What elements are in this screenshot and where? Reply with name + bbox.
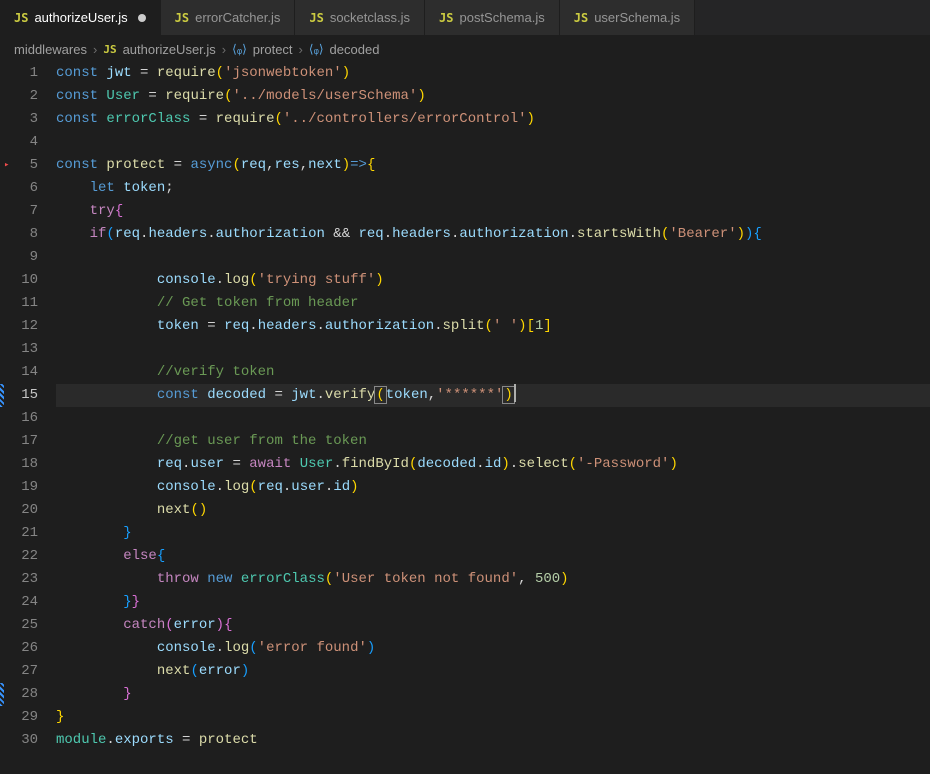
line-number: 30 xyxy=(0,729,38,752)
js-file-icon: JS xyxy=(103,43,116,56)
code-line[interactable]: } xyxy=(56,522,930,545)
code-line[interactable]: catch(error){ xyxy=(56,614,930,637)
line-number: 24 xyxy=(0,591,38,614)
breadcrumb-file[interactable]: authorizeUser.js xyxy=(123,42,216,57)
line-number: 14 xyxy=(0,361,38,384)
line-number: 13 xyxy=(0,338,38,361)
code-line[interactable]: console.log('trying stuff') xyxy=(56,269,930,292)
line-number: 25 xyxy=(0,614,38,637)
line-number: 18 xyxy=(0,453,38,476)
code-line[interactable]: console.log('error found') xyxy=(56,637,930,660)
code-line[interactable]: const decoded = jwt.verify(token,'******… xyxy=(56,384,930,407)
tab-label: postSchema.js xyxy=(459,10,544,25)
code-content[interactable]: const jwt = require('jsonwebtoken')const… xyxy=(56,62,930,774)
code-line[interactable]: try{ xyxy=(56,200,930,223)
code-line[interactable]: throw new errorClass('User token not fou… xyxy=(56,568,930,591)
chevron-right-icon: › xyxy=(299,42,303,57)
code-line[interactable] xyxy=(56,246,930,269)
code-line[interactable]: }} xyxy=(56,591,930,614)
js-file-icon: JS xyxy=(175,11,189,25)
gutter-change-marker-icon xyxy=(0,683,4,706)
line-number: 11 xyxy=(0,292,38,315)
code-line[interactable]: //get user from the token xyxy=(56,430,930,453)
line-number: 22 xyxy=(0,545,38,568)
line-number: 7 xyxy=(0,200,38,223)
code-line[interactable]: console.log(req.user.id) xyxy=(56,476,930,499)
line-number: 15 xyxy=(0,384,38,407)
line-number: 2 xyxy=(0,85,38,108)
code-line[interactable]: const jwt = require('jsonwebtoken') xyxy=(56,62,930,85)
js-file-icon: JS xyxy=(14,11,28,25)
breadcrumb[interactable]: middlewares › JS authorizeUser.js › ⟨ᵩ⟩ … xyxy=(0,36,930,62)
line-number: 19 xyxy=(0,476,38,499)
code-editor[interactable]: 1234567891011121314151617181920212223242… xyxy=(0,62,930,774)
tab-label: socketclass.js xyxy=(330,10,410,25)
line-number: 10 xyxy=(0,269,38,292)
chevron-right-icon: › xyxy=(93,42,97,57)
tab-label: authorizeUser.js xyxy=(34,10,127,25)
code-line[interactable] xyxy=(56,131,930,154)
line-number: 3 xyxy=(0,108,38,131)
code-line[interactable]: module.exports = protect xyxy=(56,729,930,752)
code-line[interactable]: } xyxy=(56,683,930,706)
line-number: 1 xyxy=(0,62,38,85)
code-line[interactable]: let token; xyxy=(56,177,930,200)
js-file-icon: JS xyxy=(439,11,453,25)
line-number: 9 xyxy=(0,246,38,269)
line-number: 26 xyxy=(0,637,38,660)
editor-tab[interactable]: JS userSchema.js xyxy=(560,0,695,35)
tab-label: errorCatcher.js xyxy=(195,10,280,25)
code-line[interactable]: if(req.headers.authorization && req.head… xyxy=(56,223,930,246)
breadcrumb-symbol[interactable]: decoded xyxy=(330,42,380,57)
line-number: 12 xyxy=(0,315,38,338)
text-cursor xyxy=(514,384,516,402)
breadcrumb-folder[interactable]: middlewares xyxy=(14,42,87,57)
js-file-icon: JS xyxy=(574,11,588,25)
modified-indicator-icon xyxy=(138,14,146,22)
line-number: 16 xyxy=(0,407,38,430)
code-line[interactable] xyxy=(56,338,930,361)
line-number: 27 xyxy=(0,660,38,683)
code-line[interactable]: } xyxy=(56,706,930,729)
symbol-variable-icon: ⟨ᵩ⟩ xyxy=(309,42,324,56)
code-line[interactable]: else{ xyxy=(56,545,930,568)
tab-bar: JS authorizeUser.js JS errorCatcher.js JS soc… xyxy=(0,0,930,36)
line-number: 6 xyxy=(0,177,38,200)
line-number: 29 xyxy=(0,706,38,729)
code-line[interactable]: req.user = await User.findById(decoded.i… xyxy=(56,453,930,476)
line-number: 20 xyxy=(0,499,38,522)
code-line[interactable] xyxy=(56,407,930,430)
code-line[interactable]: next() xyxy=(56,499,930,522)
code-line[interactable]: next(error) xyxy=(56,660,930,683)
symbol-method-icon: ⟨ᵩ⟩ xyxy=(232,42,247,56)
tab-label: userSchema.js xyxy=(594,10,680,25)
code-line[interactable]: //verify token xyxy=(56,361,930,384)
code-line[interactable]: ▸const protect = async(req,res,next)=>{ xyxy=(56,154,930,177)
gutter-change-marker-icon xyxy=(0,384,4,407)
line-number: 21 xyxy=(0,522,38,545)
code-line[interactable]: const User = require('../models/userSche… xyxy=(56,85,930,108)
line-number: 17 xyxy=(0,430,38,453)
editor-tab[interactable]: JS errorCatcher.js xyxy=(161,0,296,35)
line-number: 4 xyxy=(0,131,38,154)
editor-tab[interactable]: JS postSchema.js xyxy=(425,0,560,35)
editor-tab[interactable]: JS socketclass.js xyxy=(295,0,425,35)
editor-tab[interactable]: JS authorizeUser.js xyxy=(0,0,161,35)
line-number: 28 xyxy=(0,683,38,706)
line-number: 23 xyxy=(0,568,38,591)
line-number: 8 xyxy=(0,223,38,246)
breadcrumb-symbol[interactable]: protect xyxy=(253,42,293,57)
code-line[interactable]: // Get token from header xyxy=(56,292,930,315)
code-line[interactable]: const errorClass = require('../controlle… xyxy=(56,108,930,131)
code-line[interactable]: token = req.headers.authorization.split(… xyxy=(56,315,930,338)
chevron-right-icon: › xyxy=(222,42,226,57)
gutter-error-marker-icon: ▸ xyxy=(4,154,9,177)
js-file-icon: JS xyxy=(309,11,323,25)
